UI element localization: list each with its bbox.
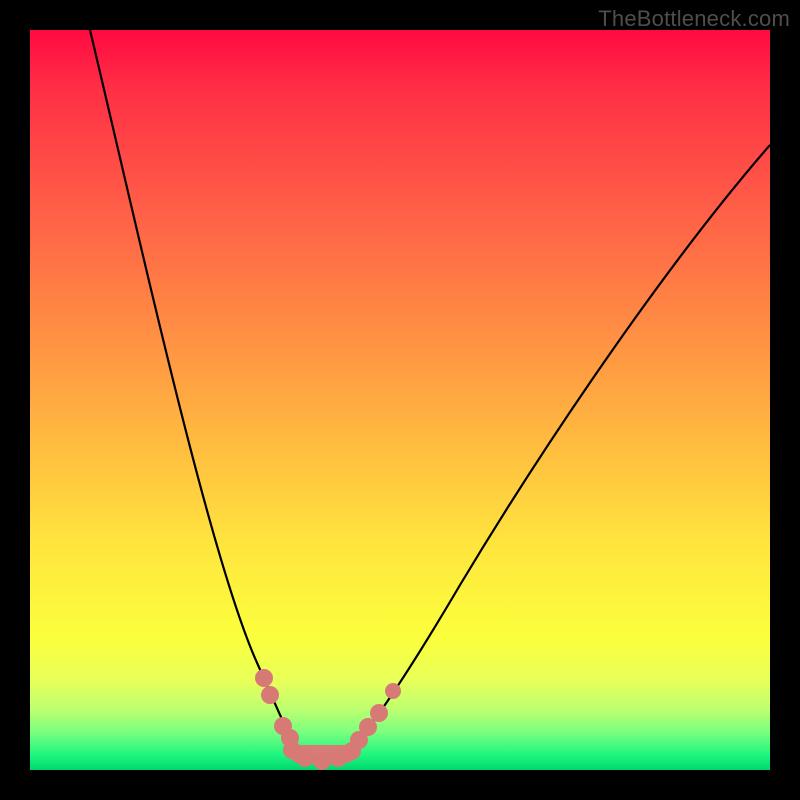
marker-dot	[343, 742, 361, 760]
marker-dot	[261, 686, 279, 704]
chart-plot-area	[30, 30, 770, 770]
marker-dot	[370, 704, 388, 722]
left-curve	[90, 30, 298, 750]
marker-dot	[255, 669, 273, 687]
marker-dot	[296, 749, 314, 767]
right-curve	[350, 145, 770, 750]
marker-dot	[359, 718, 377, 736]
curve-layer	[30, 30, 770, 770]
watermark-label: TheBottleneck.com	[598, 6, 790, 32]
marker-dot	[313, 752, 331, 770]
marker-dot	[385, 683, 401, 699]
